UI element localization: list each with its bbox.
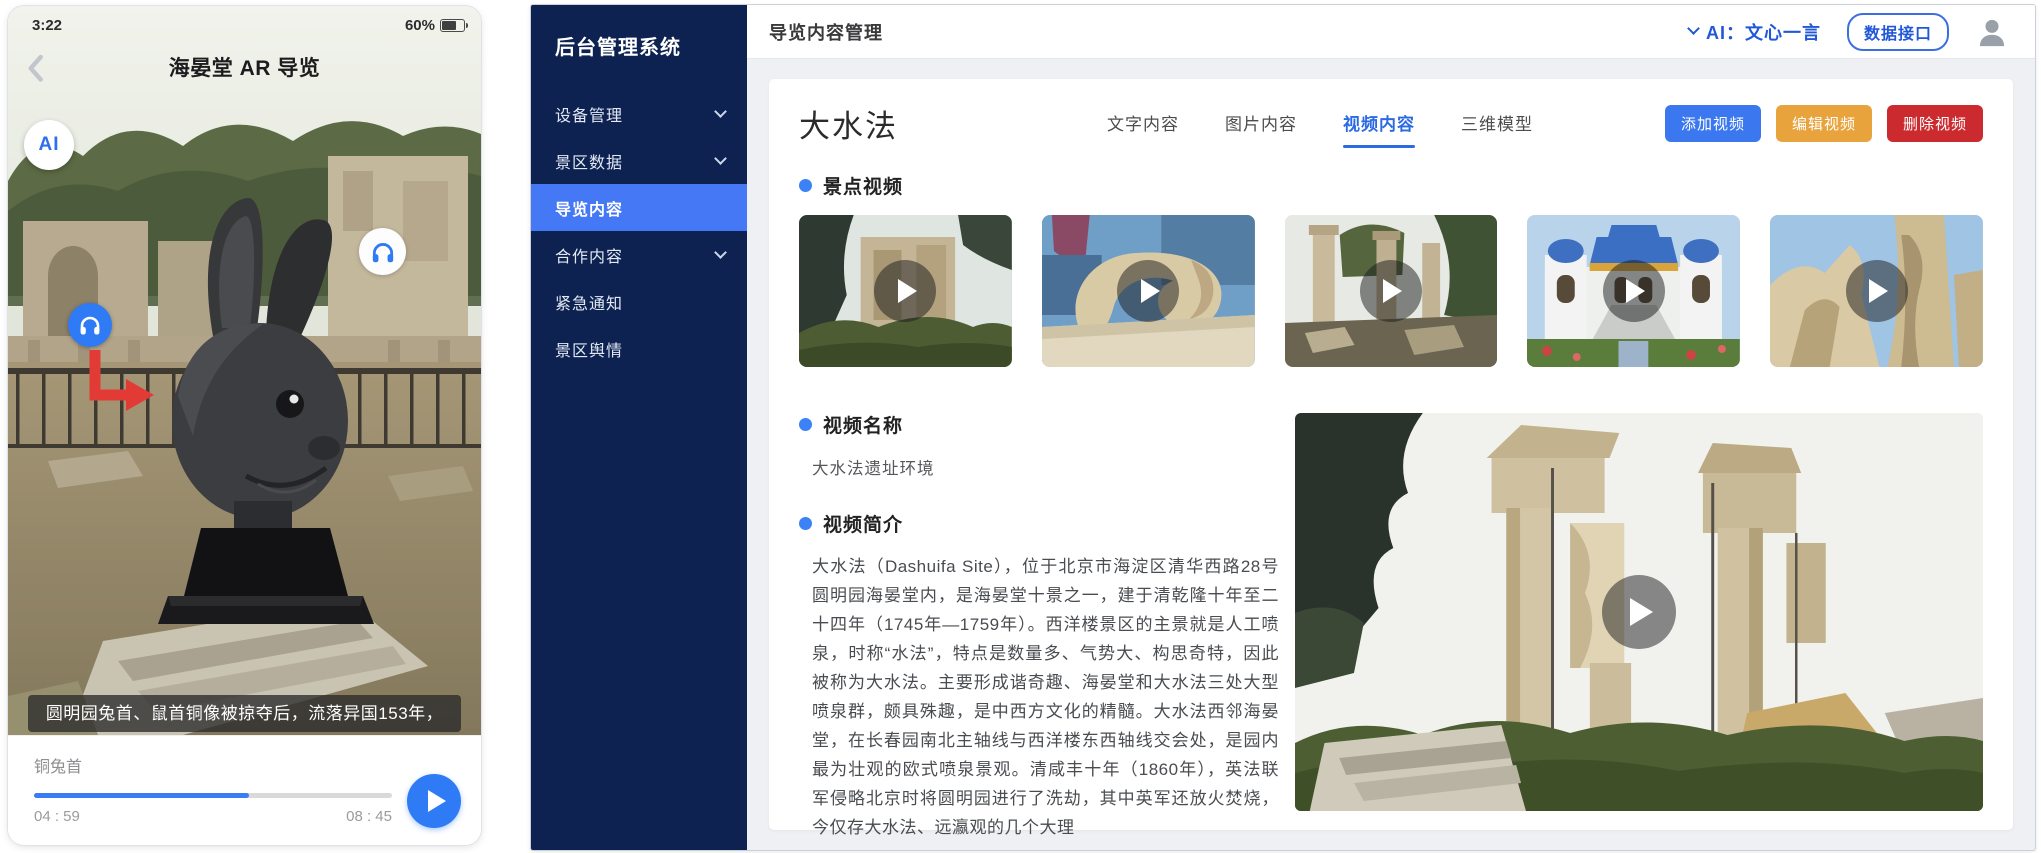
spot-title: 大水法 [799, 101, 898, 146]
progress-bar[interactable] [34, 793, 392, 798]
sidebar-item-device-management[interactable]: 设备管理 [531, 90, 747, 137]
content-area: 大水法 文字内容 图片内容 视频内容 三维模型 添加视频 编辑视频 删除视频 [747, 59, 2035, 850]
headphones-icon [78, 313, 102, 337]
top-header: 导览内容管理 AI：文心一言 数据接口 [747, 5, 2035, 59]
tab-image-content[interactable]: 图片内容 [1225, 110, 1297, 137]
audio-player: 铜兔首 04 : 59 08 : 45 [8, 735, 481, 845]
battery-percent: 60% [405, 17, 435, 34]
add-video-button[interactable]: 添加视频 [1665, 105, 1761, 142]
tab-video-content[interactable]: 视频内容 [1343, 110, 1415, 137]
status-bar: 3:22 60% [8, 14, 481, 36]
audio-guide-button-active[interactable] [68, 303, 112, 347]
video-thumbnail-3[interactable] [1285, 215, 1498, 367]
play-icon [428, 790, 446, 812]
ar-subtitle: 圆明园兔首、鼠首铜像被掠夺后，流落异国153年， [28, 695, 461, 732]
video-thumbnail-list [799, 215, 1983, 367]
page-title: 海晏堂 AR 导览 [8, 52, 481, 82]
admin-main: 导览内容管理 AI：文心一言 数据接口 大水法 [747, 5, 2035, 850]
sidebar-item-cooperation-content[interactable]: 合作内容 [531, 231, 747, 278]
bullet-dot-icon [799, 517, 812, 530]
play-overlay [1603, 260, 1665, 322]
sidebar-title: 后台管理系统 [531, 5, 747, 90]
clock: 3:22 [32, 17, 62, 34]
sidebar-nav: 设备管理 景区数据 导览内容 合作内容 紧急通知 景区舆情 [531, 90, 747, 372]
ai-model-selector[interactable]: AI：文心一言 [1689, 19, 1821, 45]
play-icon [1630, 598, 1653, 626]
user-avatar[interactable] [1975, 15, 2009, 49]
sidebar-item-scenic-data[interactable]: 景区数据 [531, 137, 747, 184]
section-spot-videos: 景点视频 [799, 172, 1983, 199]
video-thumbnail-1[interactable] [799, 215, 1012, 367]
sidebar-item-public-opinion[interactable]: 景区舆情 [531, 325, 747, 372]
play-icon [1141, 279, 1160, 303]
section-video-intro: 视频简介 [799, 510, 1279, 537]
admin-panel: 后台管理系统 设备管理 景区数据 导览内容 合作内容 紧急通知 景区舆情 [531, 5, 2035, 850]
card-header: 大水法 文字内容 图片内容 视频内容 三维模型 添加视频 编辑视频 删除视频 [799, 101, 1983, 146]
play-icon [1626, 279, 1645, 303]
video-thumbnail-5[interactable] [1770, 215, 1983, 367]
play-overlay [1117, 260, 1179, 322]
play-button[interactable] [407, 774, 461, 828]
current-time: 04 : 59 [34, 808, 80, 825]
bullet-dot-icon [799, 179, 812, 192]
phone-nav: 海晏堂 AR 导览 [8, 50, 481, 82]
video-name-value: 大水法遗址环境 [812, 455, 1279, 479]
content-tabs: 文字内容 图片内容 视频内容 三维模型 [1107, 110, 1533, 137]
play-icon [898, 279, 917, 303]
battery-indicator: 60% [405, 17, 465, 34]
play-icon [1869, 279, 1888, 303]
action-buttons: 添加视频 编辑视频 删除视频 [1665, 105, 1983, 142]
ar-scene-image [8, 6, 481, 735]
header-title: 导览内容管理 [769, 19, 883, 45]
video-thumbnail-2[interactable] [1042, 215, 1255, 367]
video-thumbnail-4[interactable] [1527, 215, 1740, 367]
chevron-down-icon [714, 246, 727, 259]
section-video-name: 视频名称 [799, 411, 1279, 438]
play-overlay [1846, 260, 1908, 322]
ai-model-label: AI：文心一言 [1706, 19, 1821, 45]
track-name: 铜兔首 [34, 753, 82, 777]
chevron-down-icon [714, 152, 727, 165]
video-preview[interactable] [1295, 413, 1983, 811]
tab-text-content[interactable]: 文字内容 [1107, 110, 1179, 137]
total-time: 08 : 45 [346, 808, 392, 825]
audio-guide-button[interactable] [359, 228, 406, 275]
person-icon [1975, 15, 2009, 49]
video-detail: 视频名称 大水法遗址环境 视频简介 大水法（Dashuifa Site），位于北… [799, 411, 1983, 842]
sidebar: 后台管理系统 设备管理 景区数据 导览内容 合作内容 紧急通知 景区舆情 [531, 5, 747, 850]
chevron-down-icon [714, 105, 727, 118]
video-intro-text: 大水法（Dashuifa Site），位于北京市海淀区清华西路28号圆明园海晏堂… [812, 552, 1279, 842]
play-overlay [1360, 260, 1422, 322]
sidebar-item-guide-content[interactable]: 导览内容 [531, 184, 747, 231]
ai-assistant-button[interactable]: AI [24, 120, 74, 170]
content-card: 大水法 文字内容 图片内容 视频内容 三维模型 添加视频 编辑视频 删除视频 [769, 79, 2013, 830]
ar-camera-view: 3:22 60% 海晏堂 AR 导览 AI [8, 6, 481, 735]
data-api-button[interactable]: 数据接口 [1847, 13, 1949, 51]
chevron-down-icon [1687, 22, 1700, 35]
delete-video-button[interactable]: 删除视频 [1887, 105, 1983, 142]
play-icon [1383, 279, 1402, 303]
sidebar-item-emergency-notice[interactable]: 紧急通知 [531, 278, 747, 325]
battery-icon [440, 19, 465, 32]
tab-3d-model[interactable]: 三维模型 [1461, 110, 1533, 137]
headphones-icon [370, 239, 396, 265]
progress-fill [34, 793, 249, 798]
edit-video-button[interactable]: 编辑视频 [1776, 105, 1872, 142]
bullet-dot-icon [799, 418, 812, 431]
phone-panel: 3:22 60% 海晏堂 AR 导览 AI [8, 6, 481, 845]
time-row: 04 : 59 08 : 45 [34, 808, 392, 825]
play-overlay [1602, 575, 1676, 649]
play-overlay [874, 260, 936, 322]
